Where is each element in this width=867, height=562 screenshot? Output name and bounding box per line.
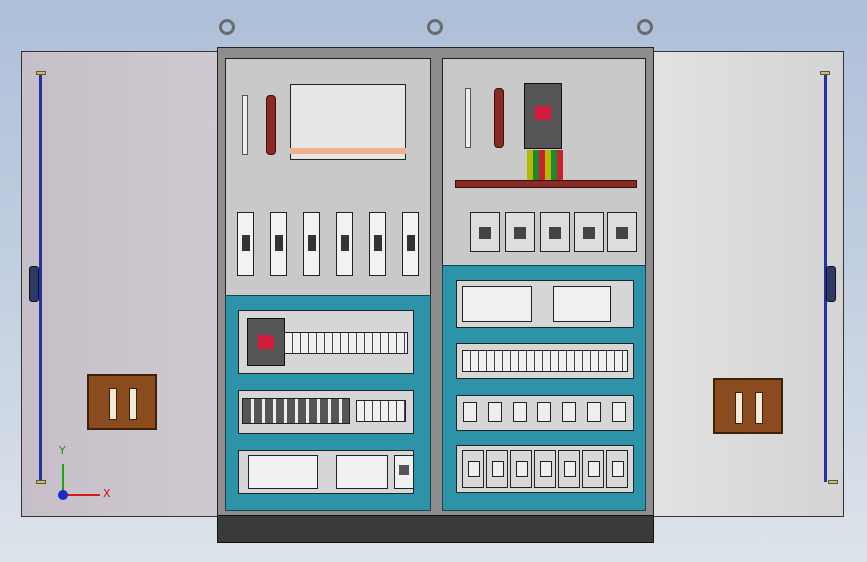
axis-y-label: Y	[59, 444, 66, 457]
contactor[interactable]	[558, 450, 580, 488]
branch-breaker[interactable]	[607, 212, 637, 252]
left-power-supply[interactable]	[336, 455, 388, 489]
relay[interactable]	[537, 402, 551, 422]
left-terminal-block	[284, 332, 408, 354]
right-ground-bar	[494, 88, 504, 148]
relay[interactable]	[587, 402, 601, 422]
cabinet-base	[217, 515, 654, 543]
left-terminal-strip	[242, 95, 248, 155]
contactor[interactable]	[510, 450, 532, 488]
contactor[interactable]	[462, 450, 484, 488]
fuse-holder[interactable]	[270, 212, 287, 276]
x-axis-arrow	[64, 494, 100, 496]
relay[interactable]	[488, 402, 502, 422]
axis-x-label: X	[103, 487, 111, 500]
relay[interactable]	[612, 402, 626, 422]
right-rod-bottom-cap	[828, 480, 838, 484]
left-door[interactable]	[21, 51, 221, 517]
left-rod-bottom-cap	[36, 480, 46, 484]
left-din-terminals	[242, 398, 350, 424]
z-axis-dot	[58, 490, 68, 500]
phase-cables	[527, 150, 563, 180]
branch-breaker[interactable]	[470, 212, 500, 252]
right-terminal-block	[462, 350, 628, 372]
branch-breaker[interactable]	[505, 212, 535, 252]
main-contactor-band	[290, 148, 406, 154]
left-ground-bar	[266, 95, 276, 155]
fuse-holder[interactable]	[369, 212, 386, 276]
left-plc[interactable]	[248, 455, 318, 489]
busbar	[455, 180, 637, 188]
right-terminal-strip	[465, 88, 471, 148]
left-door-rod	[39, 74, 42, 482]
relay[interactable]	[562, 402, 576, 422]
lifting-eye-icon	[219, 19, 235, 35]
right-rod-top-cap	[820, 71, 830, 75]
lifting-eye-icon	[637, 19, 653, 35]
fuse-holder[interactable]	[237, 212, 254, 276]
left-mccb[interactable]	[247, 318, 285, 366]
left-relay-block	[356, 400, 406, 422]
contactor[interactable]	[534, 450, 556, 488]
right-door-latch[interactable]	[826, 266, 836, 302]
fuse-holder[interactable]	[336, 212, 353, 276]
relay[interactable]	[513, 402, 527, 422]
right-plc[interactable]	[462, 286, 532, 322]
branch-breaker[interactable]	[574, 212, 604, 252]
main-breaker[interactable]	[524, 83, 562, 149]
right-door[interactable]	[652, 51, 844, 517]
contactor[interactable]	[606, 450, 628, 488]
right-nameplate	[713, 378, 783, 434]
left-switch[interactable]	[394, 455, 414, 489]
left-rod-top-cap	[36, 71, 46, 75]
left-door-latch[interactable]	[29, 266, 39, 302]
lifting-eye-icon	[427, 19, 443, 35]
left-nameplate	[87, 374, 157, 430]
right-power-supply[interactable]	[553, 286, 611, 322]
branch-breaker[interactable]	[540, 212, 570, 252]
relay[interactable]	[463, 402, 477, 422]
contactor[interactable]	[486, 450, 508, 488]
fuse-holder[interactable]	[402, 212, 419, 276]
fuse-holder[interactable]	[303, 212, 320, 276]
contactor[interactable]	[582, 450, 604, 488]
